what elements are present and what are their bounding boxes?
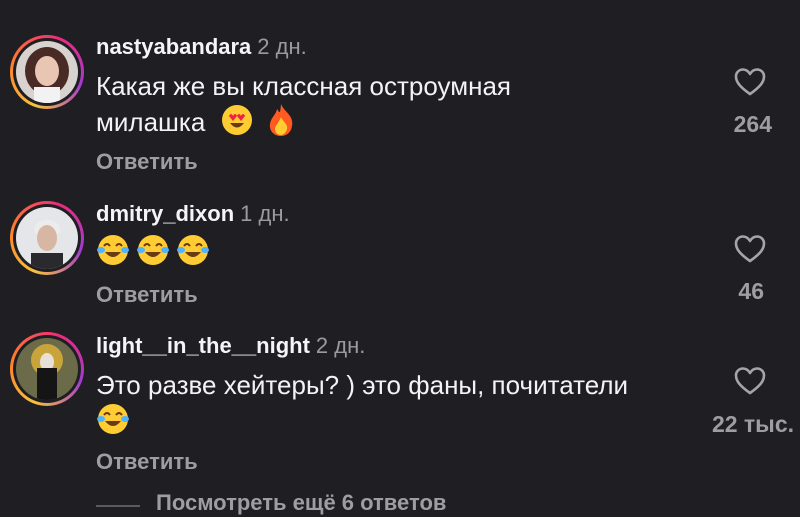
reply-button[interactable]: Ответить bbox=[96, 282, 198, 308]
avatar[interactable] bbox=[10, 332, 84, 406]
comment-time: 2 дн. bbox=[315, 333, 366, 358]
heart-eyes-emoji bbox=[221, 104, 253, 144]
heart-icon[interactable] bbox=[734, 67, 766, 97]
comment-text: Это разве хейтеры? ) это фаны, почитател… bbox=[96, 368, 736, 444]
heart-icon[interactable] bbox=[734, 234, 766, 264]
comment-text bbox=[96, 233, 716, 275]
comment-text: Какая же вы классная остроумная милашка bbox=[96, 69, 716, 145]
joy-emoji bbox=[96, 233, 130, 275]
heart-icon[interactable] bbox=[734, 366, 766, 396]
comment-time: 1 дн. bbox=[240, 201, 290, 226]
joy-emoji bbox=[136, 233, 170, 275]
username[interactable]: light__in_the__night bbox=[96, 333, 310, 358]
joy-emoji bbox=[96, 402, 130, 444]
replies-divider bbox=[96, 505, 140, 507]
like-count: 264 bbox=[733, 111, 772, 137]
comment-time: 2 дн. bbox=[257, 34, 307, 59]
username[interactable]: nastyabandara bbox=[96, 34, 251, 59]
view-more-replies-button[interactable]: Посмотреть ещё 6 ответов bbox=[156, 490, 446, 516]
avatar[interactable] bbox=[10, 35, 84, 109]
like-count: 46 bbox=[738, 278, 764, 304]
joy-emoji bbox=[176, 233, 210, 275]
like-count: 22 тыс. bbox=[711, 411, 794, 437]
reply-button[interactable]: Ответить bbox=[96, 149, 198, 175]
reply-button[interactable]: Ответить bbox=[96, 449, 198, 475]
fire-emoji bbox=[266, 103, 296, 145]
username[interactable]: dmitry_dixon bbox=[96, 201, 234, 226]
avatar[interactable] bbox=[10, 201, 84, 275]
